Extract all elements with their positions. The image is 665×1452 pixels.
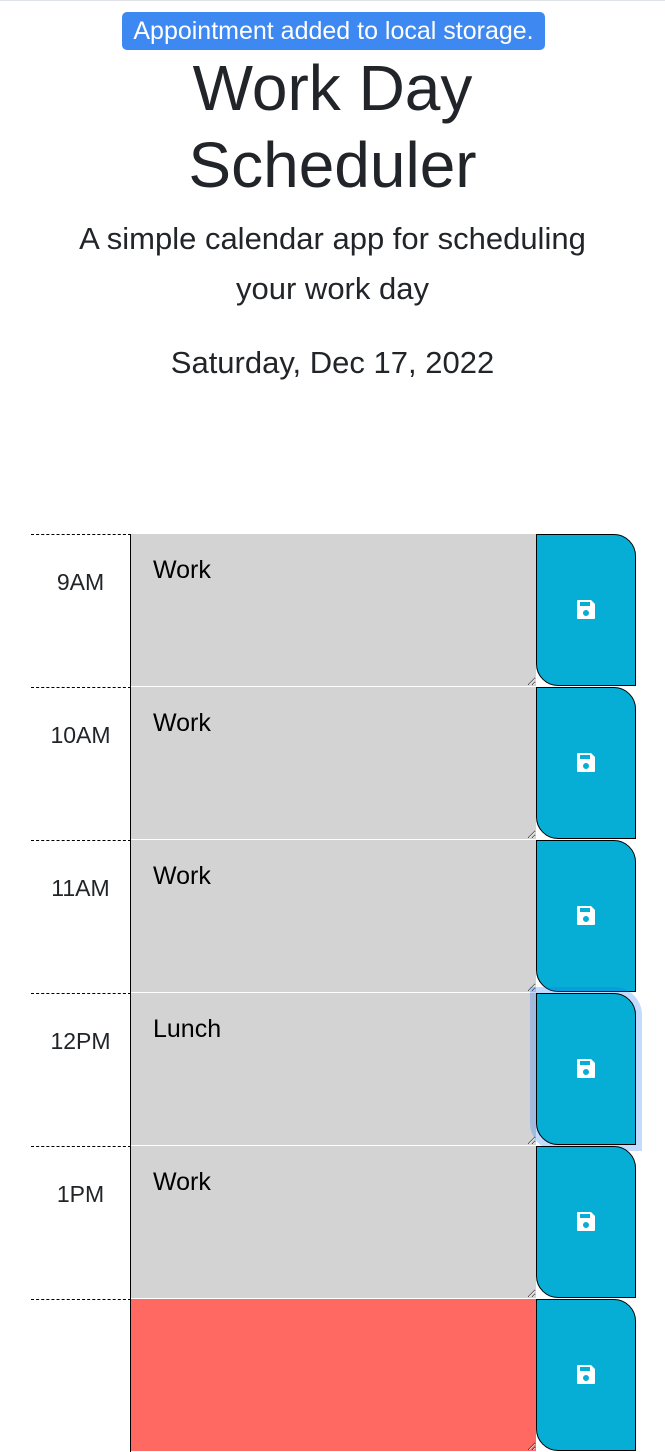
- page-title-line-2: Scheduler: [188, 129, 477, 201]
- description-textarea[interactable]: Lunch: [131, 993, 536, 1145]
- save-button[interactable]: [536, 534, 636, 686]
- description-textarea[interactable]: Work: [131, 840, 536, 992]
- floppy-disk-icon: [574, 1209, 598, 1236]
- time-block-11am: 11AM Work: [31, 840, 636, 993]
- description-textarea[interactable]: [131, 1299, 536, 1451]
- save-button[interactable]: [536, 1299, 636, 1451]
- time-block-2pm: [31, 1299, 636, 1452]
- floppy-disk-icon: [574, 750, 598, 777]
- schedule-container: 9AM Work 10AM Work 11AM Work 12PM Lunch: [31, 534, 636, 1452]
- save-button[interactable]: [536, 840, 636, 992]
- hour-label: [31, 1299, 131, 1452]
- description-textarea[interactable]: Work: [131, 687, 536, 839]
- hour-label: 11AM: [31, 840, 131, 993]
- hour-label: 12PM: [31, 993, 131, 1146]
- top-border: [0, 0, 665, 1]
- hour-label: 1PM: [31, 1146, 131, 1299]
- page-subtitle-line-2: your work day: [236, 271, 429, 306]
- floppy-disk-icon: [574, 903, 598, 930]
- save-notification: Appointment added to local storage.: [122, 12, 545, 50]
- page-title-line-1: Work Day: [192, 52, 473, 124]
- time-block-1pm: 1PM Work: [31, 1146, 636, 1299]
- floppy-disk-icon: [574, 597, 598, 624]
- hour-label: 10AM: [31, 687, 131, 840]
- hour-label: 9AM: [31, 534, 131, 687]
- description-textarea[interactable]: Work: [131, 1146, 536, 1298]
- save-button[interactable]: [536, 993, 636, 1145]
- time-block-12pm: 12PM Lunch: [31, 993, 636, 1146]
- save-button[interactable]: [536, 1146, 636, 1298]
- description-textarea[interactable]: Work: [131, 534, 536, 686]
- floppy-disk-icon: [574, 1362, 598, 1389]
- page-title: Work Day Scheduler: [0, 50, 665, 204]
- time-block-10am: 10AM Work: [31, 687, 636, 840]
- page-subtitle: A simple calendar app for scheduling you…: [0, 214, 665, 314]
- page-subtitle-line-1: A simple calendar app for scheduling: [79, 221, 586, 256]
- save-button[interactable]: [536, 687, 636, 839]
- floppy-disk-icon: [574, 1056, 598, 1083]
- time-block-9am: 9AM Work: [31, 534, 636, 687]
- current-date: Saturday, Dec 17, 2022: [170, 345, 495, 380]
